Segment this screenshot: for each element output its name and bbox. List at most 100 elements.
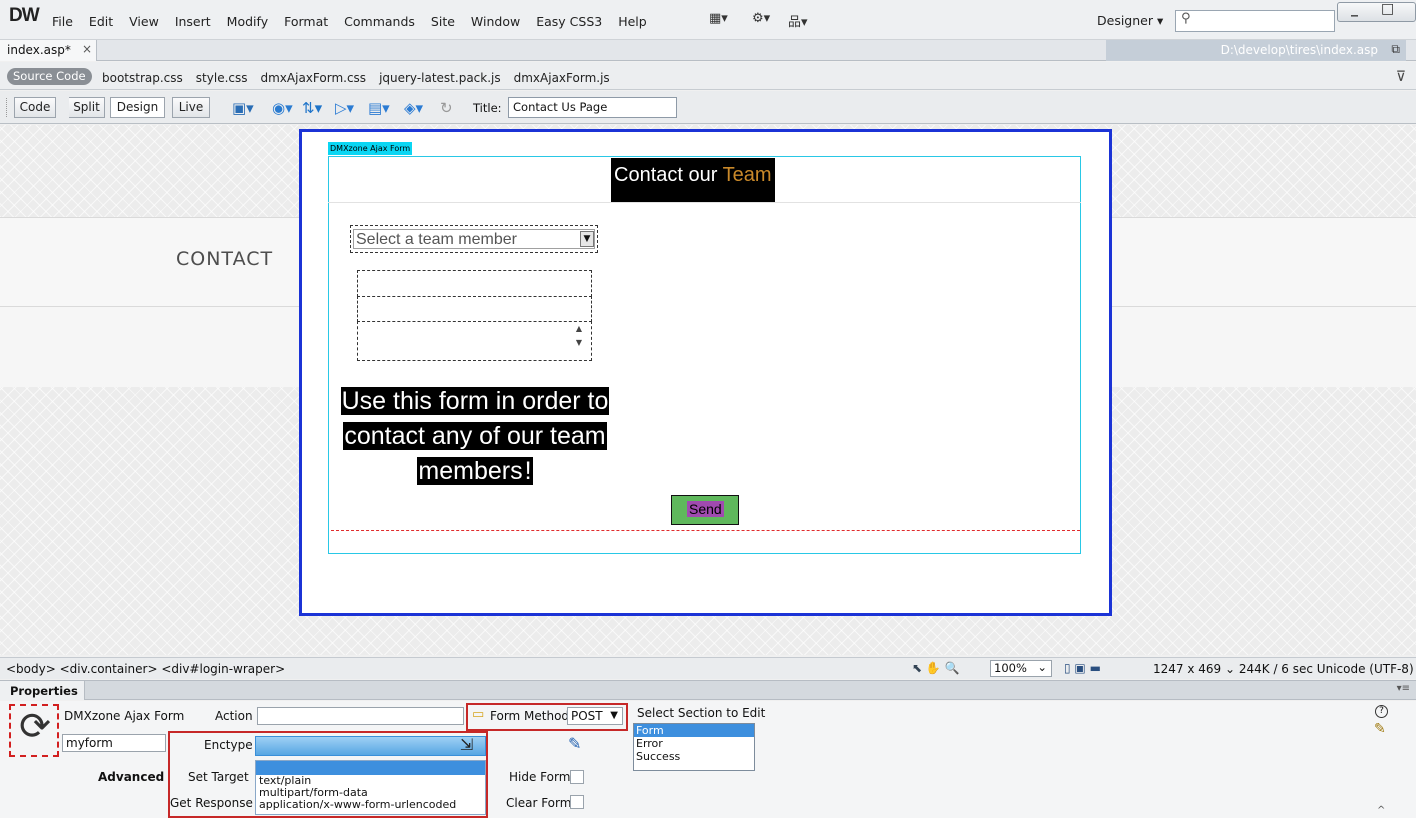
visual-aids-icon[interactable]: ▤▾ (368, 99, 390, 117)
menu-help[interactable]: Help (610, 14, 655, 29)
code-view-button[interactable]: Code (14, 97, 56, 118)
set-target-label: Set Target (188, 770, 249, 784)
textarea-scrollbar[interactable]: ▲ ▼ (570, 322, 588, 355)
tab-index-asp[interactable]: index.asp* × (0, 40, 97, 61)
menu-edit[interactable]: Edit (81, 14, 121, 29)
section-item-error[interactable]: Error (634, 737, 754, 750)
source-code-button[interactable]: Source Code (7, 68, 92, 85)
menu-modify[interactable]: Modify (219, 14, 276, 29)
design-view-button[interactable]: Design (110, 97, 165, 118)
scroll-down-icon[interactable]: ▼ (570, 336, 588, 350)
related-file[interactable]: bootstrap.css (102, 71, 183, 85)
pencil-icon[interactable]: ✎ (568, 734, 581, 753)
tag-selector[interactable]: <body> <div.container> <div#login-wraper… (6, 662, 285, 676)
restore-icon[interactable]: ⧉ (1391, 42, 1400, 57)
related-file[interactable]: style.css (196, 71, 248, 85)
form-heading-text: Contact our (614, 164, 723, 186)
message-textarea[interactable] (357, 321, 592, 361)
related-files-bar: Source Code bootstrap.css style.css dmxA… (0, 62, 1416, 90)
menu-window[interactable]: Window (463, 14, 528, 29)
sitemap-icon[interactable]: 品▾ (788, 11, 808, 30)
menu-commands[interactable]: Commands (336, 14, 423, 29)
menu-bar: DW File Edit View Insert Modify Format C… (0, 0, 1416, 40)
menu-easy-css3[interactable]: Easy CSS3 (528, 14, 610, 29)
related-file[interactable]: dmxAjaxForm.css (261, 71, 367, 85)
form-name-input[interactable]: myform (62, 734, 166, 752)
enctype-dropdown[interactable]: text/plain multipart/form-data applicati… (255, 760, 486, 815)
edit-icon[interactable]: ✎ (1374, 721, 1386, 737)
split-view-button[interactable]: Split (69, 97, 105, 118)
menu-insert[interactable]: Insert (167, 14, 219, 29)
clear-form-label: Clear Form (506, 796, 572, 810)
enctype-label: Enctype (204, 738, 253, 752)
enctype-option[interactable] (256, 761, 485, 775)
window-size-icons[interactable]: ▯ ▣ ▬ (1064, 661, 1101, 675)
close-icon[interactable]: × (82, 42, 92, 56)
related-file[interactable]: jquery-latest.pack.js (379, 71, 501, 85)
minimize-icon[interactable]: _ (1351, 1, 1358, 17)
live-view-icon[interactable]: ◈▾ (404, 99, 423, 117)
title-input[interactable]: Contact Us Page (508, 97, 677, 118)
intro-line: contact any of our team (343, 422, 607, 450)
email-field[interactable] (357, 296, 592, 322)
advanced-label[interactable]: Advanced (98, 770, 164, 784)
validate-icon[interactable]: ⇅▾ (302, 99, 322, 117)
form-heading-highlight: Team (722, 164, 772, 186)
related-file[interactable]: dmxAjaxForm.js (514, 71, 610, 85)
live-view-button[interactable]: Live (172, 97, 210, 118)
menu-view[interactable]: View (121, 14, 167, 29)
collapse-icon[interactable]: ^ (1377, 805, 1385, 816)
status-bar: <body> <div.container> <div#login-wraper… (0, 657, 1416, 679)
scroll-up-icon[interactable]: ▲ (570, 322, 588, 336)
section-list[interactable]: Form Error Success (633, 723, 755, 771)
workspace-switcher[interactable]: Designer ▾ (1097, 13, 1163, 28)
refresh-icon[interactable]: ↻ (440, 99, 453, 117)
search-input[interactable]: ⚲ (1175, 10, 1335, 32)
contact-heading: CONTACT (176, 248, 274, 270)
properties-tab[interactable]: Properties (0, 681, 85, 700)
hide-form-checkbox[interactable] (570, 770, 584, 784)
action-input[interactable] (257, 707, 464, 725)
file-manage-icon[interactable]: ▣▾ (232, 99, 254, 117)
form-method-select[interactable]: POST ▼ (567, 707, 623, 725)
form-method-value: POST (571, 709, 603, 723)
check-icon[interactable]: ▷▾ (335, 99, 354, 117)
cursor-icon: ⇲ (460, 735, 474, 754)
enctype-select[interactable] (255, 736, 486, 756)
section-item-form[interactable]: Form (634, 724, 754, 737)
help-icon[interactable]: ? (1375, 705, 1388, 718)
browser-icon[interactable]: ◉▾ (272, 99, 293, 117)
select-placeholder: Select a team member (356, 231, 517, 248)
layout-icon[interactable]: ▦▾ (709, 11, 728, 26)
document-info: 1247 x 469 ⌄ 244K / 6 sec Unicode (UTF-8… (1153, 662, 1414, 676)
design-canvas[interactable]: CONTACT DMXzone Ajax Form Contact our Te… (0, 125, 1416, 655)
chevron-down-icon: ▾ (1156, 13, 1164, 28)
panel-menu-icon[interactable]: ▾≡ (1397, 683, 1410, 694)
intro-highlight: members (417, 457, 524, 485)
zoom-select[interactable]: 100% ⌄ (990, 660, 1052, 677)
title-label: Title: (473, 101, 502, 115)
menu-format[interactable]: Format (276, 14, 336, 29)
folder-icon[interactable]: ▭ (472, 707, 484, 722)
section-item-success[interactable]: Success (634, 750, 754, 763)
menu-file[interactable]: File (44, 14, 81, 29)
clear-form-checkbox[interactable] (570, 795, 584, 809)
maximize-icon[interactable]: □ (1381, 1, 1394, 17)
name-field[interactable] (357, 270, 592, 297)
enctype-option[interactable]: application/x-www-form-urlencoded (256, 799, 485, 811)
chevron-down-icon: ▼ (610, 710, 618, 721)
form-end-marker (331, 530, 1080, 531)
filter-icon[interactable]: ⊽ (1396, 69, 1406, 85)
gear-icon[interactable]: ⚙▾ (752, 11, 770, 26)
file-path-display: D:\develop\tires\index.asp ⧉ (1106, 40, 1406, 61)
ajax-form-tag[interactable]: DMXzone Ajax Form (328, 142, 413, 155)
tool-icons[interactable]: ⬉ ✋ 🔍 (912, 661, 960, 675)
window-controls: _ □ (1337, 1, 1416, 22)
hide-form-label: Hide Form (509, 770, 571, 784)
team-member-select[interactable]: Select a team member ▼ (350, 225, 598, 253)
properties-panel: ⟳ DMXzone Ajax Form myform Action Enctyp… (0, 701, 1416, 818)
dropdown-arrow-icon[interactable]: ▼ (580, 231, 594, 247)
related-files-list: bootstrap.css style.css dmxAjaxForm.css … (102, 71, 610, 85)
send-button[interactable]: Send (671, 495, 739, 525)
menu-site[interactable]: Site (423, 14, 463, 29)
